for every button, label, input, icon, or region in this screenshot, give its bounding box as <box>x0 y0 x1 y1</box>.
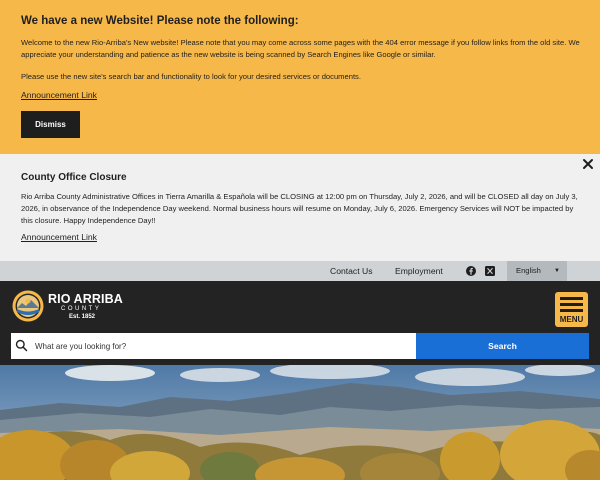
logo-title[interactable]: RIO ARRIBA <box>48 292 123 306</box>
menu-label: MENU <box>559 315 584 324</box>
announcement-link[interactable]: Announcement Link <box>21 90 97 100</box>
search-icon <box>15 339 28 352</box>
menu-button[interactable]: MENU <box>555 292 588 327</box>
closure-text: Rio Arriba County Administrative Offices… <box>21 192 578 225</box>
search-input[interactable] <box>11 333 416 359</box>
facebook-icon[interactable] <box>466 266 476 276</box>
language-label: English <box>516 266 541 275</box>
chevron-down-icon: ▼ <box>554 268 560 274</box>
employment-link[interactable]: Employment <box>395 261 443 281</box>
logo-subtitle: COUNTY <box>61 306 102 312</box>
hamburger-icon <box>560 303 583 306</box>
dismiss-button[interactable]: Dismiss <box>21 111 80 138</box>
hamburger-icon <box>560 297 583 300</box>
county-seal-icon[interactable] <box>12 290 44 322</box>
closure-title: County Office Closure <box>21 172 127 183</box>
close-icon[interactable] <box>581 157 595 171</box>
utility-bar: Contact Us Employment English ▼ <box>0 261 600 281</box>
hamburger-icon <box>560 309 583 312</box>
x-twitter-icon[interactable] <box>485 266 495 276</box>
announcement-text-2: Please use the new site's search bar and… <box>21 72 361 81</box>
announcement-title: We have a new Website! Please note the f… <box>21 15 299 27</box>
website-announcement: We have a new Website! Please note the f… <box>0 0 600 154</box>
site-header: RIO ARRIBA COUNTY Est. 1852 MENU Search <box>0 281 600 365</box>
language-select[interactable]: English ▼ <box>507 261 567 281</box>
announcement-text: Welcome to the new Rio-Arriba's New webs… <box>21 38 580 59</box>
search-button[interactable]: Search <box>416 333 589 359</box>
logo-established: Est. 1852 <box>69 314 96 320</box>
closure-notice: County Office Closure Rio Arriba County … <box>0 154 600 261</box>
hero-landscape-image <box>0 365 600 480</box>
closure-announcement-link[interactable]: Announcement Link <box>21 232 97 242</box>
contact-us-link[interactable]: Contact Us <box>330 261 373 281</box>
